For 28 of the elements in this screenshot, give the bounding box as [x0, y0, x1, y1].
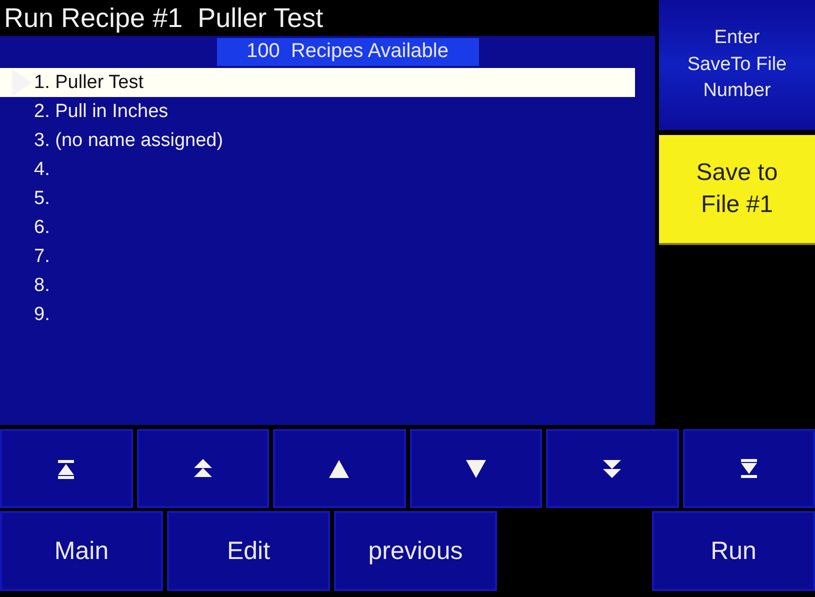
recipe-item[interactable]: 1. Puller Test	[0, 68, 635, 97]
menu-button[interactable]: previous	[334, 511, 497, 591]
scroll-button[interactable]	[410, 429, 542, 508]
scroll-button[interactable]	[136, 429, 269, 508]
recipe-item[interactable]: 5.	[0, 184, 635, 213]
menu-button[interactable]: Run	[652, 511, 815, 591]
menu-button[interactable]: Edit	[167, 511, 330, 591]
scroll-button[interactable]	[273, 429, 406, 508]
scroll-button[interactable]	[546, 429, 678, 508]
scroll-button[interactable]	[682, 429, 815, 508]
recipe-item[interactable]: 4.	[0, 155, 635, 184]
menu-button[interactable]: Main	[0, 511, 163, 591]
recipe-item[interactable]: 8.	[0, 271, 635, 300]
recipe-item[interactable]: 3. (no name assigned)	[0, 126, 635, 155]
up-arrow-icon	[328, 458, 350, 480]
double-down-arrow-icon	[601, 458, 624, 480]
recipe-item[interactable]: 9.	[0, 300, 635, 329]
recipe-item[interactable]: 7.	[0, 242, 635, 271]
down-arrow-icon	[464, 458, 487, 480]
screen-title: Run Recipe #1 Puller Test	[3, 2, 324, 35]
recipe-item[interactable]: 2. Pull in Inches	[0, 97, 635, 126]
double-up-arrow-icon	[192, 458, 214, 480]
pointer-icon	[12, 69, 32, 96]
file-number-button[interactable]: Enter SaveTo File Number	[659, 0, 815, 130]
scroll-button[interactable]	[0, 429, 132, 508]
save-button[interactable]: Save to File #1	[659, 135, 815, 245]
list-header: 100 Recipes Available	[216, 38, 478, 66]
recipe-item[interactable]: 6.	[0, 213, 635, 242]
